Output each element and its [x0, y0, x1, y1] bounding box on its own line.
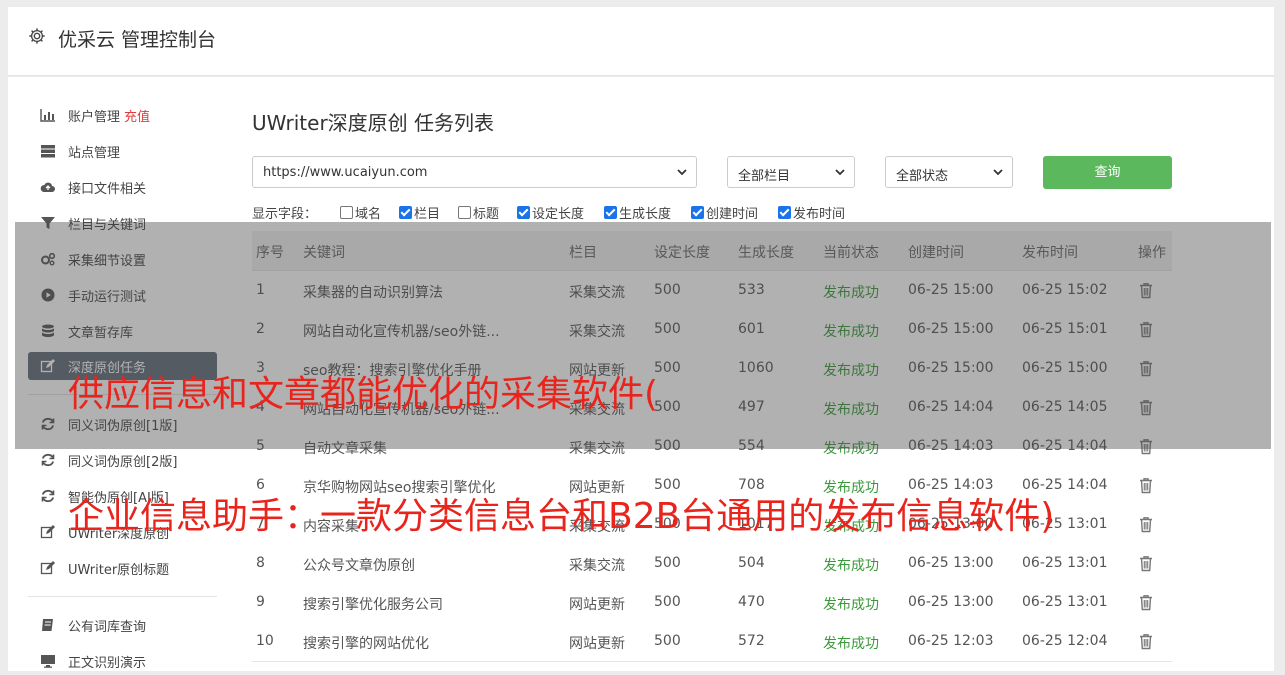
- chevron-down-icon: [835, 169, 845, 176]
- checkbox[interactable]: [778, 206, 791, 219]
- display-fields-label: 显示字段：: [252, 207, 318, 222]
- chevron-down-icon: [993, 169, 1003, 176]
- sidebar-item-label: 同义词伪原创[2版]: [68, 455, 178, 470]
- checkbox[interactable]: [691, 206, 704, 219]
- checkbox[interactable]: [340, 206, 353, 219]
- sidebar-item-interface[interactable]: 接口文件相关: [28, 173, 217, 201]
- field-checkbox-publish-time[interactable]: 发布时间: [778, 203, 845, 222]
- checkbox[interactable]: [604, 206, 617, 219]
- table-cell: 搜索引擎优化服务公司: [303, 597, 443, 613]
- checkbox-label: 设定长度: [532, 207, 585, 222]
- table-cell: 500: [654, 633, 681, 649]
- site-select-value: https://www.ucaiyun.com: [263, 165, 428, 180]
- delete-icon[interactable]: [1138, 555, 1154, 572]
- field-checkbox-set-length[interactable]: 设定长度: [517, 203, 584, 222]
- table-cell: 10: [256, 633, 274, 649]
- table-row: 9 搜索引擎优化服务公司 网站更新 500 470 发布成功 06-25 13:00 06-2…: [252, 583, 1172, 623]
- table-cell: 公众号文章伪原创: [303, 558, 415, 574]
- table-cell: 06-25 13:01: [1022, 594, 1108, 610]
- status-select[interactable]: 全部状态: [885, 156, 1013, 188]
- bar-chart-icon: [40, 109, 55, 122]
- sidebar-item-label: 正文识别演示: [68, 656, 147, 671]
- column-select-value: 全部栏目: [738, 169, 791, 184]
- sidebar-item-label: 接口文件相关: [68, 182, 147, 197]
- field-checkbox-create-time[interactable]: 创建时间: [691, 203, 758, 222]
- field-checkbox-gen-length[interactable]: 生成长度: [604, 203, 671, 222]
- table-cell: 572: [738, 633, 765, 649]
- checkbox-label: 标题: [473, 207, 500, 222]
- field-checkbox-domain[interactable]: 域名: [340, 203, 381, 222]
- refresh-icon: [41, 453, 55, 467]
- table-cell: 8: [256, 555, 265, 571]
- sidebar-item-label: 账户管理: [68, 110, 121, 125]
- table-cell: 06-25 13:01: [1022, 555, 1108, 571]
- field-checkbox-column[interactable]: 栏目: [399, 203, 440, 222]
- gear-icon: [29, 28, 45, 44]
- site-select[interactable]: https://www.ucaiyun.com: [252, 156, 697, 188]
- checkbox[interactable]: [517, 206, 530, 219]
- sidebar-item-label: 公有词库查询: [68, 620, 147, 635]
- edit-icon: [40, 525, 55, 539]
- book-icon: [42, 619, 53, 631]
- checkbox-label: 域名: [355, 207, 382, 222]
- checkbox-label: 发布时间: [793, 207, 846, 222]
- query-button[interactable]: 查询: [1043, 156, 1172, 189]
- sidebar-item-account[interactable]: 账户管理 充值: [28, 101, 217, 129]
- table-cell: 500: [654, 594, 681, 610]
- display-fields: 显示字段： 域名 栏目 标题 设定长度 生成长度 创建时间 发布时间: [252, 202, 952, 222]
- checkbox[interactable]: [399, 206, 412, 219]
- checkbox-label: 生成长度: [619, 207, 672, 222]
- edit-icon: [40, 561, 55, 575]
- delete-icon[interactable]: [1138, 633, 1154, 650]
- table-cell: 470: [738, 594, 765, 610]
- table-cell: 发布成功: [823, 636, 879, 652]
- table-cell: 搜索引擎的网站优化: [303, 636, 429, 652]
- table-cell: 9: [256, 594, 265, 610]
- delete-icon[interactable]: [1138, 594, 1154, 611]
- refresh-icon: [41, 489, 55, 503]
- table-row: 8 公众号文章伪原创 采集交流 500 504 发布成功 06-25 13:00 06-25 …: [252, 544, 1172, 584]
- checkbox[interactable]: [458, 206, 471, 219]
- status-select-value: 全部状态: [896, 169, 949, 184]
- table-cell: 500: [654, 555, 681, 571]
- sidebar-item-synonym-v2[interactable]: 同义词伪原创[2版]: [28, 446, 217, 474]
- table-cell: 06-25 13:00: [908, 594, 994, 610]
- app-title: 优采云 管理控制台: [58, 29, 217, 51]
- field-checkbox-title[interactable]: 标题: [458, 203, 499, 222]
- top-bar: 优采云 管理控制台: [8, 7, 1274, 76]
- checkbox-label: 创建时间: [706, 207, 759, 222]
- table-cell: 网站更新: [569, 636, 625, 652]
- main-panel: 账户管理 充值 站点管理 接口文件相关 栏目与关键词 采集细节设置 手动运行测试 …: [8, 77, 1274, 671]
- sidebar-item-label: UWriter原创标题: [68, 563, 170, 578]
- monitor-icon: [41, 655, 55, 668]
- sidebar-divider: [28, 596, 217, 597]
- headline-line-2: 企业信息助手：一款分类信息台和B2B台通用的发布信息软件): [68, 496, 1055, 537]
- table-cell: 采集交流: [569, 558, 625, 574]
- table-row: 10 搜索引擎的网站优化 网站更新 500 572 发布成功 06-25 12:03 06-2…: [252, 622, 1172, 662]
- table-cell: 06-25 12:04: [1022, 633, 1108, 649]
- chevron-down-icon: [677, 169, 687, 176]
- table-cell: 发布成功: [823, 597, 879, 613]
- recharge-link[interactable]: 充值: [124, 110, 150, 125]
- table-cell: 06-25 12:03: [908, 633, 994, 649]
- cloud-upload-icon: [40, 182, 55, 192]
- sidebar-item-uwriter-title[interactable]: UWriter原创标题: [28, 554, 217, 582]
- sidebar-item-sites[interactable]: 站点管理: [28, 137, 217, 165]
- headline-line-1: 供应信息和文章都能优化的采集软件(: [68, 374, 659, 415]
- checkbox-label: 栏目: [414, 207, 441, 222]
- table-cell: 504: [738, 555, 765, 571]
- sidebar-item-label: 站点管理: [68, 146, 121, 161]
- delete-icon[interactable]: [1138, 516, 1154, 533]
- table-cell: 06-25 13:00: [908, 555, 994, 571]
- server-icon: [41, 145, 55, 158]
- table-cell: 发布成功: [823, 558, 879, 574]
- page-title: UWriter深度原创 任务列表: [252, 111, 495, 135]
- sidebar-item-public-lexicon[interactable]: 公有词库查询: [28, 611, 217, 639]
- table-cell: 网站更新: [569, 597, 625, 613]
- delete-icon[interactable]: [1138, 477, 1154, 494]
- column-select[interactable]: 全部栏目: [727, 156, 855, 188]
